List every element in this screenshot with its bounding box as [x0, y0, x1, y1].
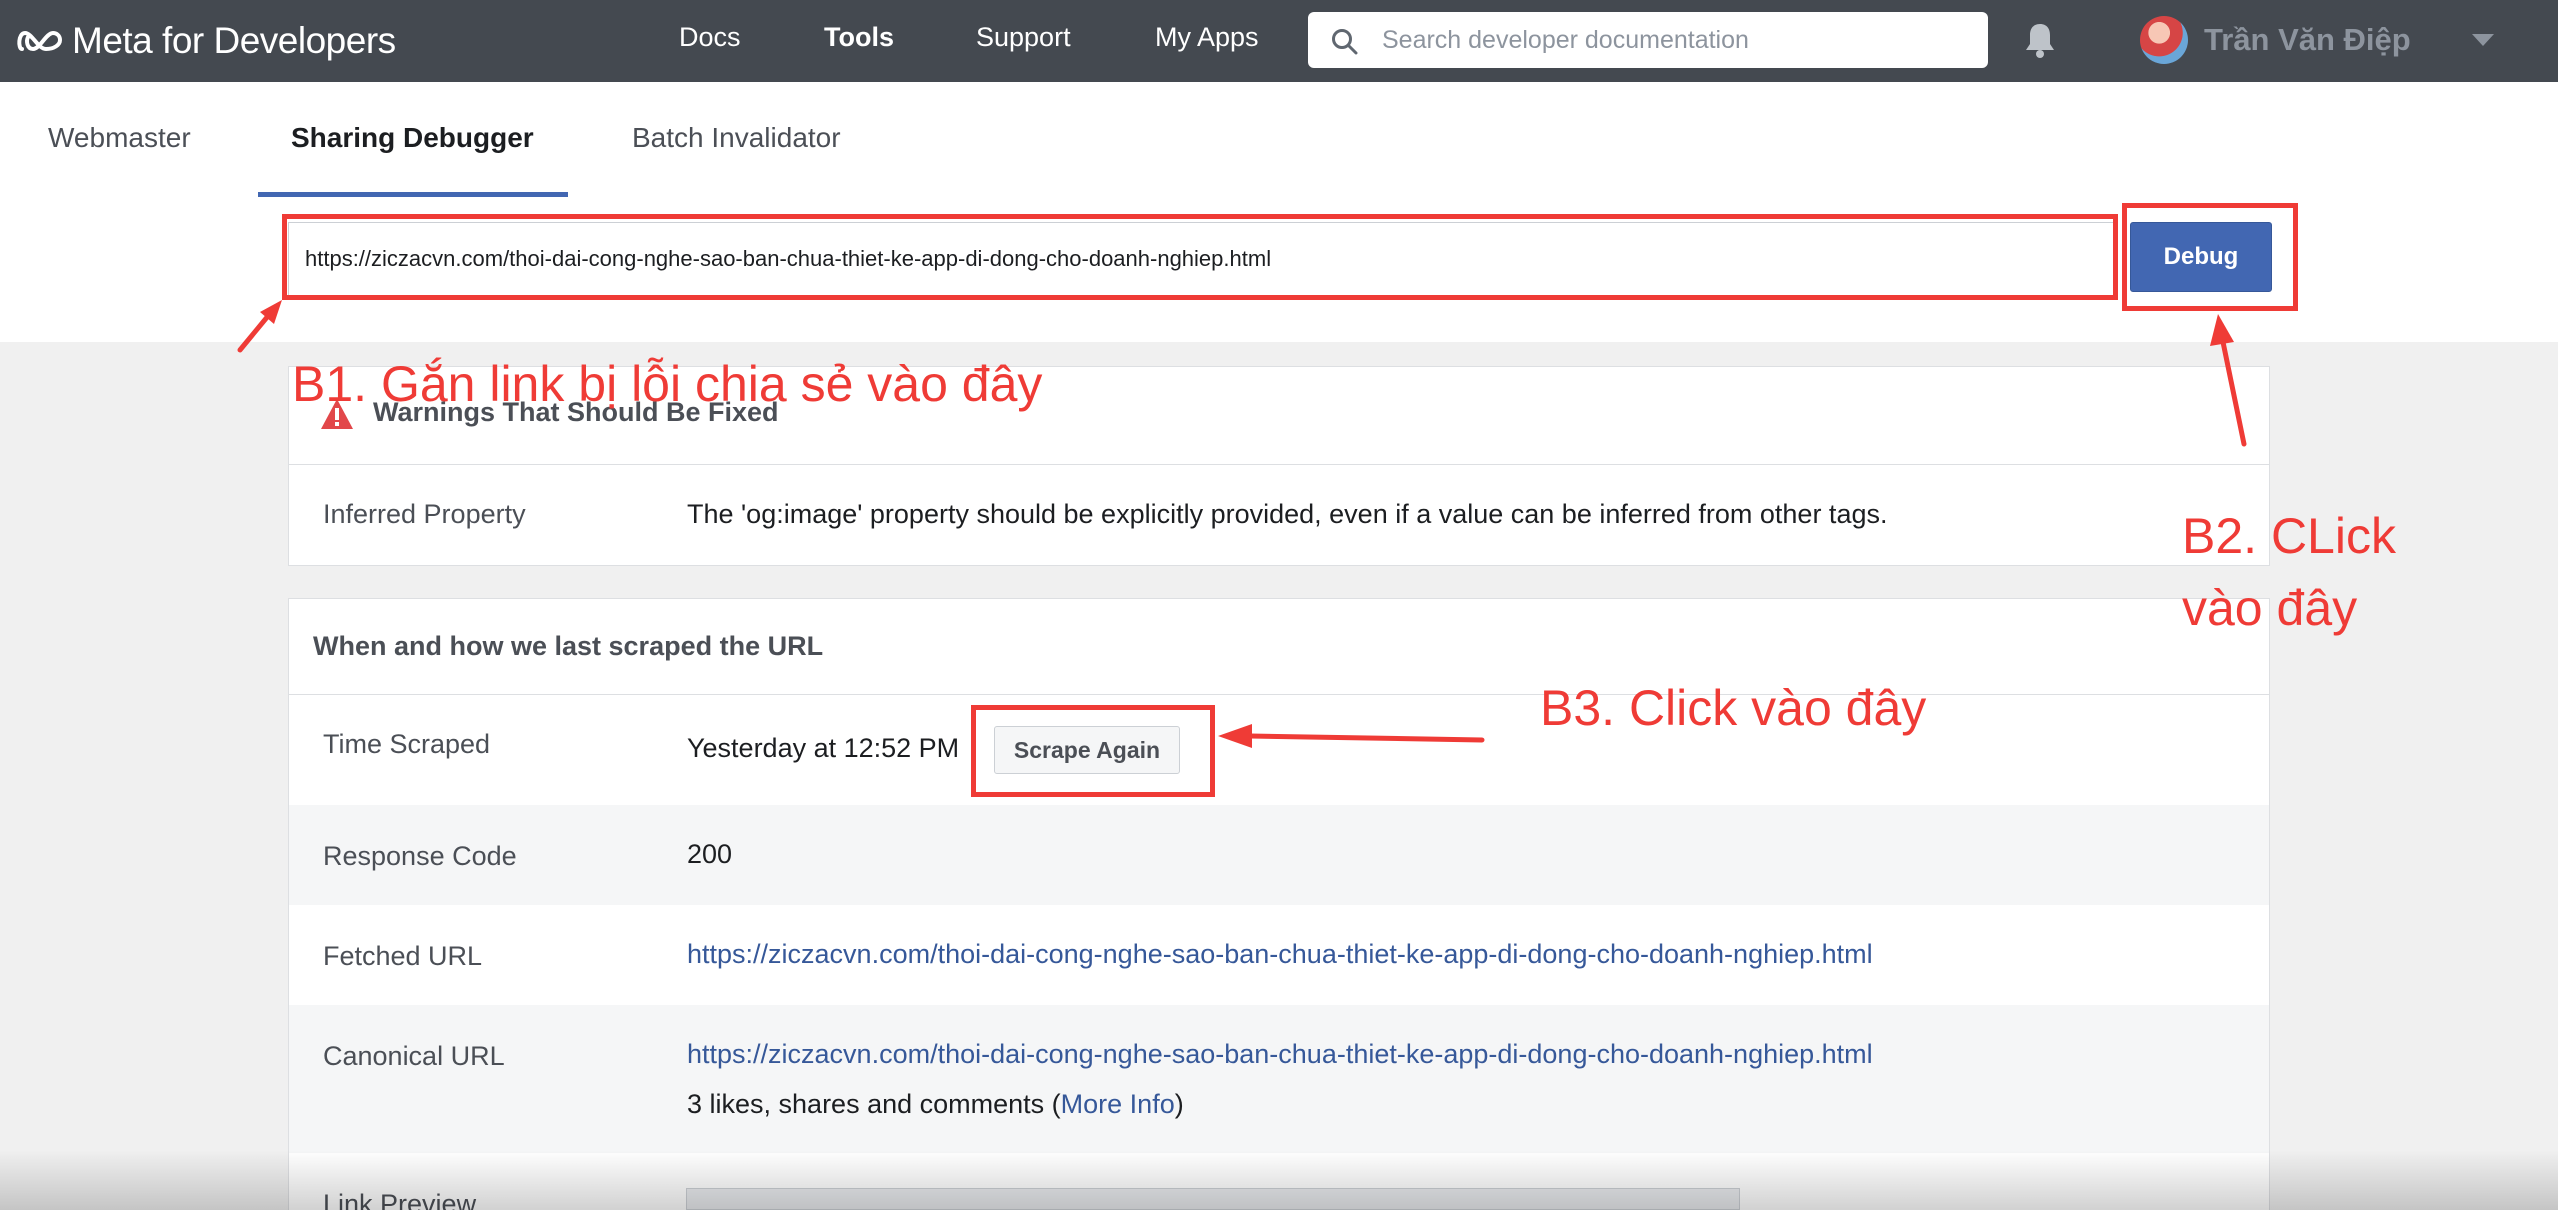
- nav-support[interactable]: Support: [976, 22, 1071, 53]
- time-scraped-label: Time Scraped: [323, 729, 491, 759]
- search-input[interactable]: [1382, 12, 1972, 68]
- warning-message: The 'og:image' property should be explic…: [687, 499, 1888, 529]
- annotation-b3: B3. Click vào đây: [1540, 680, 1927, 736]
- time-scraped-value: Yesterday at 12:52 PM: [687, 733, 960, 763]
- canonical-url-label: Canonical URL: [323, 1041, 505, 1071]
- annotation-b2-line1: B2. CLick: [2182, 508, 2396, 564]
- engagement-suffix: ): [1174, 1089, 1184, 1119]
- brand-name: Meta for Developers: [72, 20, 396, 61]
- time-scraped-row: Time Scraped Yesterday at 12:52 PM: [289, 695, 2269, 805]
- meta-infinity-icon: [17, 30, 63, 52]
- search-box[interactable]: [1308, 12, 1988, 68]
- annotation-b1: B1. Gắn link bị lỗi chia sẻ vào đây: [292, 356, 1043, 412]
- tab-sharing-debugger[interactable]: Sharing Debugger: [291, 122, 534, 154]
- notification-bell-icon[interactable]: [2020, 20, 2060, 60]
- tab-webmaster[interactable]: Webmaster: [48, 122, 191, 154]
- response-code-label: Response Code: [323, 841, 517, 871]
- top-nav: Meta for Developers Docs Tools Support M…: [0, 0, 2558, 82]
- response-code-value: 200: [687, 839, 733, 869]
- fetched-url-row: Fetched URL https://ziczacvn.com/thoi-da…: [289, 905, 2269, 1005]
- meta-logo[interactable]: Meta for Developers: [16, 18, 396, 64]
- fetched-url-label: Fetched URL: [323, 941, 483, 971]
- tab-batch-invalidator[interactable]: Batch Invalidator: [632, 122, 841, 154]
- annotation-box-debug: [2122, 203, 2298, 311]
- chevron-down-icon[interactable]: [2472, 34, 2494, 46]
- user-avatar[interactable]: [2140, 16, 2188, 64]
- nav-docs[interactable]: Docs: [679, 22, 741, 53]
- user-name[interactable]: Trần Văn Điệp: [2204, 22, 2411, 58]
- annotation-box-url: [282, 214, 2118, 300]
- active-tab-indicator: [258, 192, 568, 197]
- scrape-info-panel: When and how we last scraped the URL Tim…: [288, 598, 2270, 1210]
- link-preview-card[interactable]: [686, 1188, 1740, 1210]
- response-code-row: Response Code 200: [289, 805, 2269, 905]
- fetched-url-link[interactable]: https://ziczacvn.com/thoi-dai-cong-nghe-…: [687, 939, 1873, 970]
- warning-label: Inferred Property: [323, 499, 526, 529]
- search-icon: [1332, 29, 1358, 55]
- warning-row: Inferred Property The 'og:image' propert…: [289, 465, 2269, 565]
- annotation-b2-line2: vào đây: [2182, 580, 2358, 636]
- nav-my-apps[interactable]: My Apps: [1155, 22, 1259, 53]
- nav-tools[interactable]: Tools: [824, 22, 894, 53]
- canonical-url-row: Canonical URL https://ziczacvn.com/thoi-…: [289, 1005, 2269, 1153]
- engagement-count: 3 likes, shares and comments (More Info): [687, 1089, 1184, 1120]
- scrape-info-title: When and how we last scraped the URL: [313, 631, 824, 661]
- scrape-info-header: When and how we last scraped the URL: [289, 599, 2269, 695]
- more-info-link[interactable]: More Info: [1061, 1089, 1175, 1119]
- annotation-box-scrape: [971, 705, 1215, 797]
- canonical-url-link[interactable]: https://ziczacvn.com/thoi-dai-cong-nghe-…: [687, 1039, 1873, 1070]
- link-preview-label: Link Preview: [323, 1189, 477, 1210]
- engagement-prefix: 3 likes, shares and comments (: [687, 1089, 1061, 1119]
